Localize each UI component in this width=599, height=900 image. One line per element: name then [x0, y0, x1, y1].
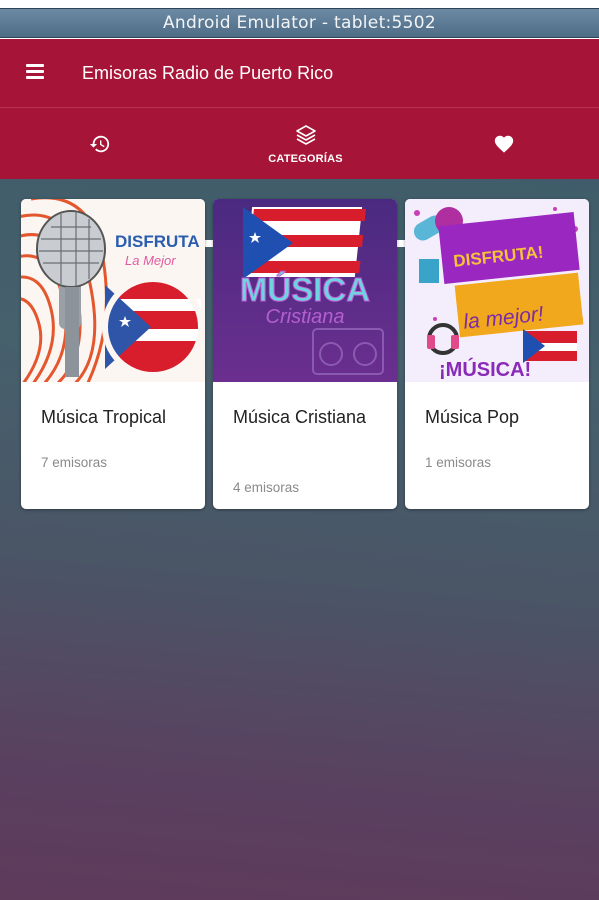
app-screen: Emisoras Radio de Puerto Rico CATEGORÍAS: [0, 39, 599, 900]
tab-bar: CATEGORÍAS: [0, 107, 599, 247]
tab-categorias[interactable]: CATEGORÍAS: [203, 108, 408, 180]
category-title: Música Tropical: [41, 407, 167, 427]
tab-history[interactable]: [0, 108, 200, 180]
image-text: Cristiana: [266, 306, 345, 328]
toolbar-title: Emisoras Radio de Puerto Rico: [82, 63, 334, 83]
category-card-tropical[interactable]: DISFRUTA La Mejor Música Tropical 7 emis…: [21, 199, 205, 509]
app-toolbar: Emisoras Radio de Puerto Rico: [0, 39, 599, 107]
category-image-pop: DISFRUTA! la mejor! ¡MÚSICA!: [405, 199, 589, 382]
image-text: ¡MÚSICA!: [439, 357, 531, 381]
category-card-pop[interactable]: DISFRUTA! la mejor! ¡MÚSICA! Música Pop …: [405, 199, 589, 509]
category-count: 7 emisoras: [41, 455, 108, 470]
category-title: Música Pop: [425, 407, 520, 427]
menu-icon[interactable]: [26, 63, 48, 81]
heart-icon: [494, 135, 513, 153]
history-icon: [89, 135, 110, 153]
category-card-cristiana[interactable]: MÚSICA Cristiana Música Cristiana 4 emis…: [213, 199, 397, 509]
emulator-title-bar: Android Emulator - tablet:5502: [0, 8, 599, 38]
tab-favorites[interactable]: [408, 108, 599, 180]
image-text: DISFRUTA: [115, 232, 200, 251]
image-text: La Mejor: [125, 253, 176, 268]
layers-icon: [295, 125, 316, 145]
emulator-title: Android Emulator - tablet:5502: [162, 13, 437, 33]
category-image-tropical: DISFRUTA La Mejor: [21, 199, 205, 382]
category-image-cristiana: MÚSICA Cristiana: [213, 199, 397, 382]
image-text: MÚSICA: [240, 271, 370, 308]
category-count: 4 emisoras: [233, 480, 300, 495]
category-count: 1 emisoras: [425, 455, 492, 470]
tab-categorias-label: CATEGORÍAS: [268, 153, 343, 165]
category-title: Música Cristiana: [233, 407, 367, 427]
